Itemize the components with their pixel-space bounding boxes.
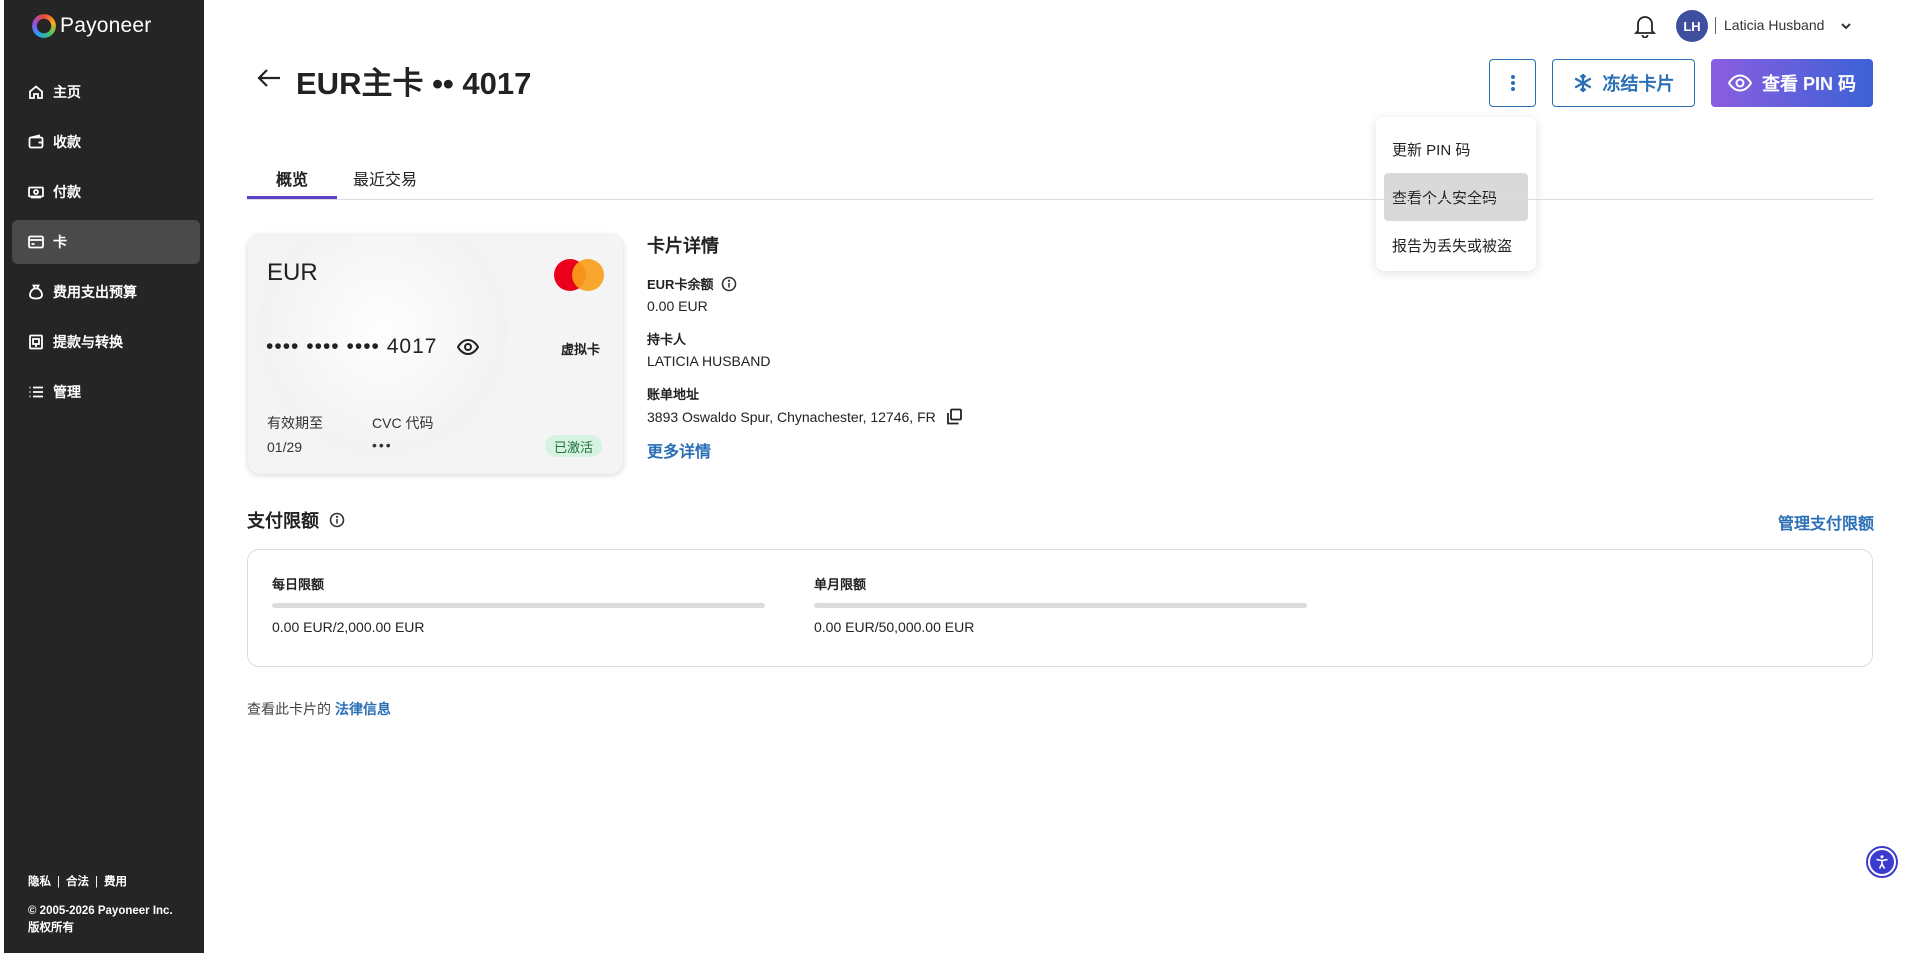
daily-limit-value: 0.00 EUR/2,000.00 EUR [272,619,425,635]
snowflake-icon [1574,74,1591,92]
footer-separator: | [57,876,60,888]
logo-text: Payoneer [60,14,152,37]
daily-limit: 每日限额 0.00 EUR/2,000.00 EUR [272,574,765,635]
list-icon [28,384,44,400]
legal-info-link[interactable]: 法律信息 [335,701,391,717]
sidebar-item-label: 卡 [53,234,67,250]
address-label: 账单地址 [647,387,700,402]
payment-limits-title: 支付限额 [247,511,319,531]
sidebar-item-home[interactable]: 主页 [12,70,200,114]
balance-label-row: EUR卡余额 [647,274,963,293]
sidebar-item-label: 提款与转换 [53,334,123,350]
balance-label: EUR卡余额 [647,277,714,292]
mastercard-logo-icon [554,259,604,291]
sidebar-item-pay[interactable]: 付款 [12,170,200,214]
footer-separator: | [95,876,98,888]
accessibility-button[interactable] [1866,846,1898,878]
sidebar-item-card[interactable]: 卡 [12,220,200,264]
view-pin-label: 查看 PIN 码 [1761,74,1856,94]
legal-info-row: 查看此卡片的 法律信息 [247,699,391,719]
sidebar-footer: 隐私 | 合法 | 费用 © 2005-2026 Payoneer Inc. 版… [28,874,173,937]
copy-icon[interactable] [946,408,963,425]
logo-ring-icon [32,14,56,38]
withdraw-icon [28,334,44,350]
home-icon [28,84,44,100]
holder-label: 持卡人 [647,332,687,347]
page-title: EUR主卡 •• 4017 [296,66,532,101]
monthly-limit-value: 0.00 EUR/50,000.00 EUR [814,619,975,635]
kebab-menu-icon [1510,75,1515,91]
card-type-label: 虚拟卡 [561,342,601,357]
monthly-limit-label: 单月限额 [814,577,867,592]
monthly-limit: 单月限额 0.00 EUR/50,000.00 EUR [814,574,1307,635]
tab-bar: 概览 最近交易 [247,158,1873,200]
sidebar-nav: 主页 收款 付款 卡 费用支出预算 提款与转换 管理 [12,70,200,420]
payment-limits-heading: 支付限额 [247,507,345,533]
info-icon[interactable] [721,276,737,292]
rights-text: 版权所有 [28,922,74,934]
sidebar-item-label: 管理 [53,384,81,400]
legal-info-text: 查看此卡片的 [247,701,331,717]
cvc-value: ••• [372,437,393,453]
avatar[interactable]: LH [1676,10,1708,42]
card-details: 卡片详情 EUR卡余额 0.00 EUR 持卡人 LATICIA HUSBAND… [647,232,963,462]
chevron-down-icon[interactable] [1840,19,1852,31]
freeze-card-button[interactable]: 冻结卡片 [1552,59,1695,107]
sidebar-item-budget[interactable]: 费用支出预算 [12,270,200,314]
accessibility-icon [1870,850,1894,874]
fees-link[interactable]: 费用 [104,874,127,891]
privacy-link[interactable]: 隐私 [28,874,51,891]
active-tab-indicator [247,196,337,199]
expiry-value: 01/29 [267,439,303,455]
payment-limits-panel: 每日限额 0.00 EUR/2,000.00 EUR 单月限额 0.00 EUR… [247,549,1873,667]
more-details-link[interactable]: 更多详情 [647,438,963,462]
daily-limit-progress [272,603,765,608]
card-details-title: 卡片详情 [647,236,719,256]
budget-icon [28,284,44,300]
address-row: 3893 Oswaldo Spur, Chynachester, 12746, … [647,408,963,425]
daily-limit-label: 每日限额 [272,577,325,592]
sidebar: Payoneer 主页 收款 付款 卡 费用支出预算 提款与转换 管理 隐私 |… [4,0,204,953]
sidebar-item-withdraw[interactable]: 提款与转换 [12,320,200,364]
sidebar-item-label: 费用支出预算 [53,284,137,300]
cvc-label: CVC 代码 [372,415,434,431]
sidebar-item-label: 主页 [53,84,81,100]
sidebar-item-manage[interactable]: 管理 [12,370,200,414]
card-visual: EUR •••• •••• •••• 4017 虚拟卡 有效期至 01/29 C… [248,235,623,474]
legal-link[interactable]: 合法 [66,874,89,891]
sidebar-item-receive[interactable]: 收款 [12,120,200,164]
payoneer-logo[interactable]: Payoneer [32,14,152,38]
notification-bell-icon[interactable] [1633,14,1657,39]
holder-value: LATICIA HUSBAND [647,353,771,369]
payment-icon [28,184,44,200]
freeze-card-label: 冻结卡片 [1602,74,1675,94]
back-arrow-icon[interactable] [256,66,282,90]
footer-links: 隐私 | 合法 | 费用 [28,874,173,891]
copyright-text: © 2005-2026 Payoneer Inc. [28,905,173,917]
card-number: •••• •••• •••• 4017 [266,335,438,358]
manage-limits-link[interactable]: 管理支付限额 [1778,510,1874,534]
info-icon[interactable] [329,512,345,528]
monthly-limit-progress [814,603,1307,608]
user-divider [1715,17,1716,34]
balance-value: 0.00 EUR [647,298,708,314]
sidebar-item-label: 付款 [53,184,81,200]
menu-item-report-lost[interactable]: 报告为丢失或被盗 [1384,221,1528,269]
card-icon [28,234,44,250]
eye-icon [1727,74,1752,92]
view-pin-button[interactable]: 查看 PIN 码 [1711,59,1873,107]
expiry-label: 有效期至 [267,415,323,431]
wallet-icon [28,134,44,150]
status-badge: 已激活 [545,435,602,457]
show-card-number-eye-icon[interactable] [456,338,480,356]
card-currency: EUR [267,259,318,286]
more-options-button[interactable] [1489,59,1536,107]
user-name[interactable]: Laticia Husband [1724,17,1824,33]
sidebar-item-label: 收款 [53,134,81,150]
tab-recent-transactions[interactable]: 最近交易 [353,166,417,190]
tab-overview[interactable]: 概览 [276,166,308,190]
address-value: 3893 Oswaldo Spur, Chynachester, 12746, … [647,408,936,425]
